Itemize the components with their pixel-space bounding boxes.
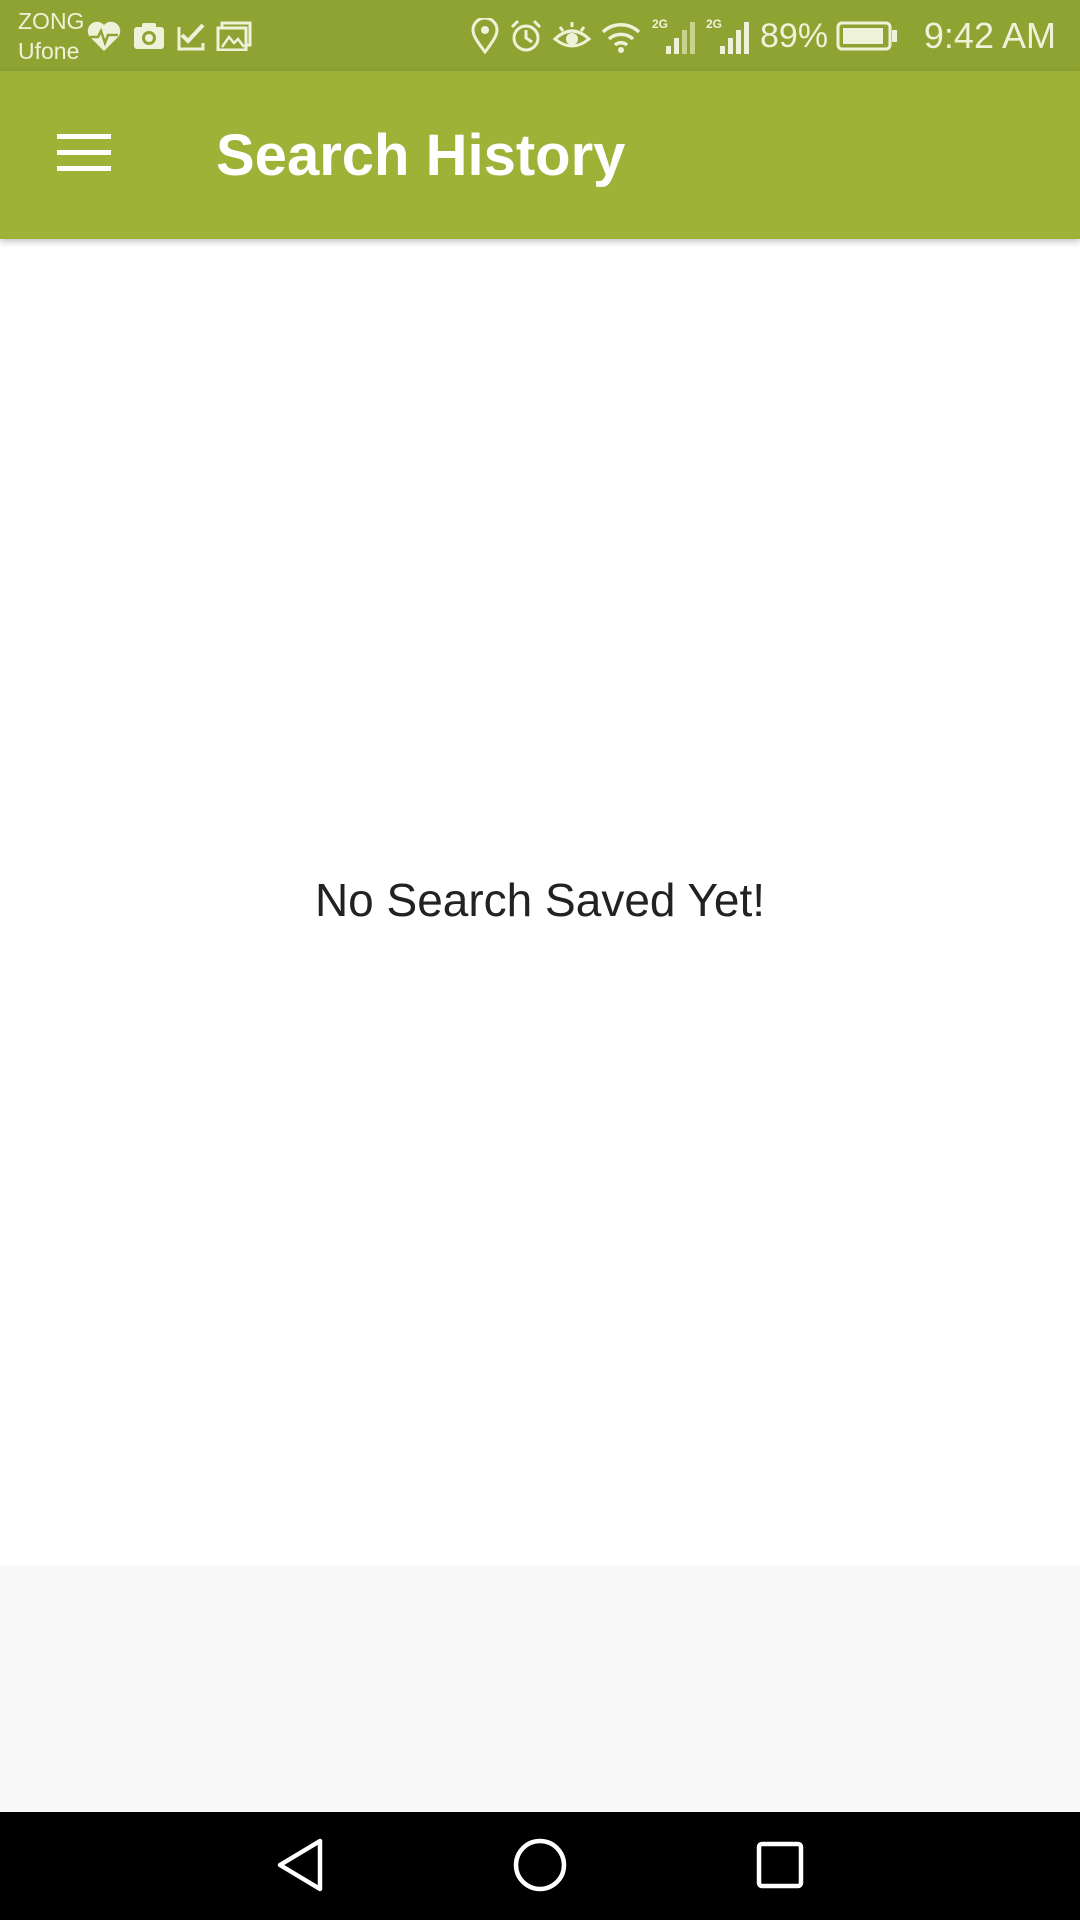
back-button[interactable] — [260, 1832, 340, 1902]
network-label-1: 2G — [652, 17, 668, 31]
carrier-1: ZONG — [18, 8, 85, 34]
recents-icon — [755, 1840, 805, 1895]
screen: ZONG Ufone 2G 2G 89% 9:42 AM Search Hist… — [0, 0, 1080, 1920]
alarm-icon — [508, 18, 544, 54]
clock: 9:42 AM — [923, 15, 1056, 56]
back-icon — [274, 1837, 326, 1898]
carrier-2: Ufone — [18, 38, 80, 64]
battery-icon — [836, 20, 898, 52]
home-icon — [512, 1837, 568, 1898]
location-icon — [470, 18, 500, 54]
signal-2g-icon: 2G — [650, 16, 696, 56]
checklist-icon — [176, 21, 206, 51]
empty-state-message: No Search Saved Yet! — [314, 874, 766, 926]
status-bar: ZONG Ufone 2G 2G 89% 9:42 AM — [0, 0, 1080, 71]
network-label-2: 2G — [706, 17, 722, 31]
menu-button[interactable] — [40, 115, 128, 195]
hamburger-menu-icon — [55, 132, 113, 179]
gallery-icon — [216, 21, 252, 51]
recents-button[interactable] — [740, 1832, 820, 1902]
system-icons: 2G 2G 89% — [470, 14, 898, 58]
home-button[interactable] — [500, 1832, 580, 1902]
signal-2g-icon: 2G — [704, 16, 750, 56]
battery-percent: 89% — [760, 16, 829, 55]
notification-icons — [86, 18, 252, 54]
content-area: No Search Saved Yet! — [0, 239, 1080, 1566]
eye-comfort-icon — [552, 19, 592, 53]
carrier-labels: ZONG Ufone — [18, 6, 84, 66]
camera-icon — [132, 21, 166, 51]
wifi-icon — [600, 18, 642, 54]
heart-pulse-icon — [86, 19, 122, 53]
page-title: Search History — [216, 123, 626, 188]
bottom-panel — [0, 1566, 1080, 1812]
app-bar: Search History — [0, 71, 1080, 239]
navigation-bar — [0, 1812, 1080, 1920]
